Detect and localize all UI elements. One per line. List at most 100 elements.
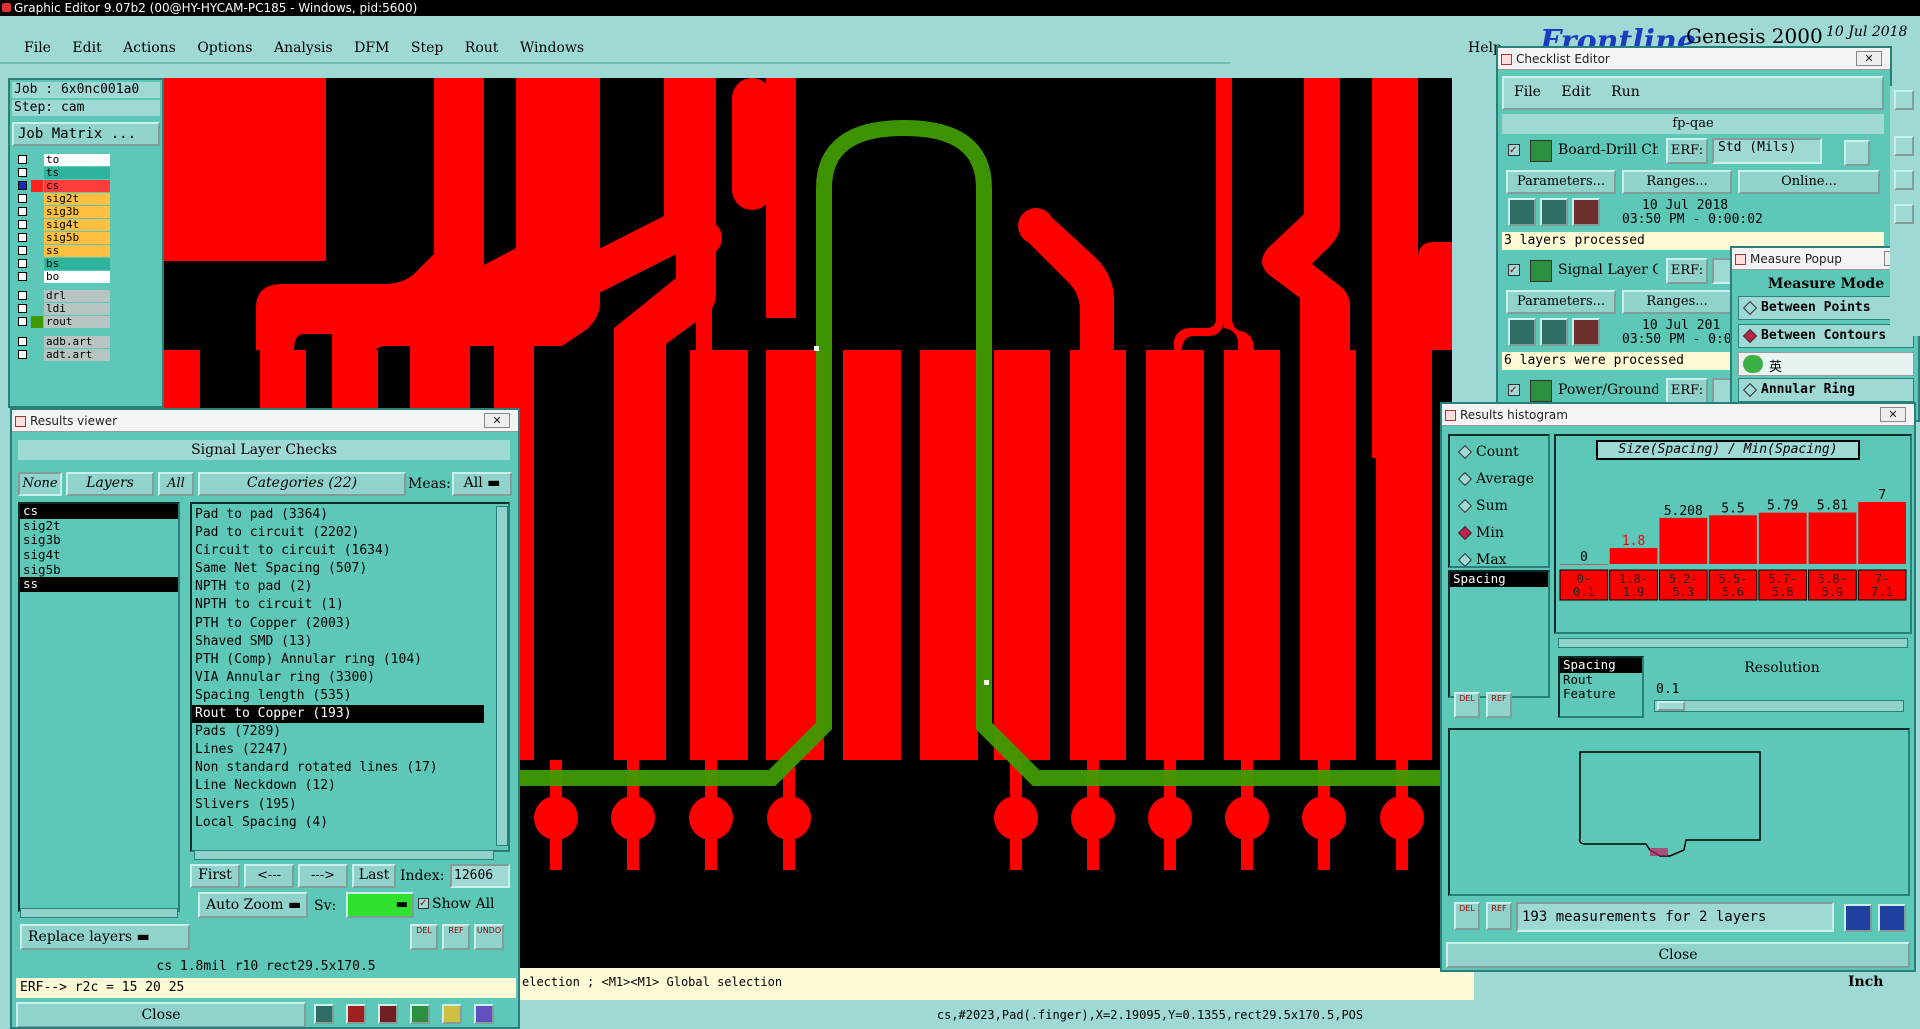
layer-row-sig5b[interactable]: sig5b xyxy=(16,232,112,244)
menu-step[interactable]: Step xyxy=(411,40,443,56)
layer-name[interactable]: cs xyxy=(44,180,110,192)
category-item[interactable]: Lines (2247) xyxy=(192,741,484,759)
layer-row-bo[interactable]: bo xyxy=(16,271,112,283)
layer-checkbox[interactable] xyxy=(18,246,27,255)
first-button[interactable]: First xyxy=(190,864,240,888)
measure-option-annular-ring[interactable]: Annular Ring xyxy=(1738,378,1914,402)
category-item[interactable]: NPTH to circuit (1) xyxy=(192,596,484,614)
help-icon[interactable] xyxy=(1844,140,1870,166)
categories-list[interactable]: Pad to pad (3364) Pad to circuit (2202) Ci… xyxy=(190,502,510,852)
layer-row-to[interactable]: to xyxy=(16,154,112,166)
none-button[interactable]: None xyxy=(18,472,62,496)
category-item[interactable]: Spacing length (535) xyxy=(192,687,484,705)
layer-row-sig2t[interactable]: sig2t xyxy=(16,193,112,205)
histogram-ref-button[interactable]: REF xyxy=(1486,692,1512,718)
layer-checkbox[interactable] xyxy=(18,155,27,164)
erf-button[interactable]: ERF: xyxy=(1666,138,1708,164)
layer-checkbox[interactable] xyxy=(18,233,27,242)
tool-icon-3[interactable] xyxy=(378,1004,398,1024)
layer-checkbox[interactable] xyxy=(18,259,27,268)
histogram-bar[interactable] xyxy=(1609,548,1658,564)
layer-results-list[interactable]: cs sig2t sig3b sig4t sig5b ss xyxy=(18,502,180,912)
layer-row-ts[interactable]: ts xyxy=(16,167,112,179)
menu-actions[interactable]: Actions xyxy=(123,40,176,56)
tool-icon-5[interactable] xyxy=(442,1004,462,1024)
zoom-select-icon[interactable] xyxy=(1878,904,1906,932)
layer-row-drl[interactable]: drl xyxy=(16,290,112,302)
parameters-button[interactable]: Parameters... xyxy=(1506,290,1616,314)
category-item[interactable]: NPTH to pad (2) xyxy=(192,578,484,596)
res-item-feature[interactable]: Feature xyxy=(1560,687,1642,702)
preview-ref-button[interactable]: REF xyxy=(1486,902,1512,930)
category-item[interactable]: Line Neckdown (12) xyxy=(192,777,484,795)
res-item-rout[interactable]: Rout xyxy=(1560,672,1642,688)
action-name[interactable]: Power/Ground C xyxy=(1558,382,1658,398)
category-item[interactable]: Local Spacing (4) xyxy=(192,814,484,832)
category-item[interactable]: Non standard rotated lines (17) xyxy=(192,759,484,777)
layer-row-adt-art[interactable]: adt.art xyxy=(16,349,112,361)
layer-checkbox[interactable] xyxy=(18,317,27,326)
histogram-bar[interactable] xyxy=(1709,515,1757,564)
slider-thumb[interactable] xyxy=(1657,701,1685,711)
histogram-del-button[interactable]: DEL xyxy=(1454,692,1480,718)
units-label[interactable]: Inch xyxy=(1848,974,1883,990)
zoom-fit-icon[interactable] xyxy=(1844,904,1872,932)
histogram-list[interactable]: Spacing xyxy=(1448,570,1550,698)
run-icon[interactable] xyxy=(1508,318,1536,346)
category-item[interactable]: Pad to circuit (2202) xyxy=(192,524,484,542)
result-layer-item[interactable]: sig2t xyxy=(20,518,178,534)
menu-dfm[interactable]: DFM xyxy=(354,40,389,56)
layer-row-sig3b[interactable]: sig3b xyxy=(16,206,112,218)
result-layer-item[interactable]: cs xyxy=(20,504,178,519)
stop-icon[interactable] xyxy=(1572,318,1600,346)
layers-hscrollbar[interactable] xyxy=(20,908,178,918)
layer-checkbox[interactable] xyxy=(18,207,27,216)
categories-button[interactable]: Categories (22) xyxy=(198,472,406,496)
layer-name[interactable]: sig2t xyxy=(44,193,110,205)
layer-name[interactable]: sig4t xyxy=(44,219,110,231)
help-icon[interactable] xyxy=(1894,170,1914,190)
action-checkbox[interactable]: ✓ xyxy=(1508,144,1520,156)
action-checkbox[interactable]: ✓ xyxy=(1508,384,1520,396)
category-item[interactable]: PTH (Comp) Annular ring (104) xyxy=(192,651,484,669)
menu-analysis[interactable]: Analysis xyxy=(274,40,333,56)
menu-rout[interactable]: Rout xyxy=(465,40,499,56)
histogram-bar[interactable] xyxy=(1659,517,1708,564)
measure-option-between-points[interactable]: Between Points xyxy=(1738,296,1914,320)
layer-row-ss[interactable]: ss xyxy=(16,245,112,257)
res-item-spacing[interactable]: Spacing xyxy=(1560,658,1642,673)
layer-row-bs[interactable]: bs xyxy=(16,258,112,270)
measure-option-between-contours[interactable]: Between Contours xyxy=(1738,324,1914,348)
histogram-close-button[interactable]: Close xyxy=(1446,942,1910,968)
layout-icon[interactable] xyxy=(1894,90,1914,110)
close-icon[interactable]: ✕ xyxy=(484,413,510,428)
layer-name[interactable]: sig5b xyxy=(44,232,110,244)
checklist-menu-edit[interactable]: Edit xyxy=(1561,84,1590,100)
ranges-button[interactable]: Ranges... xyxy=(1622,170,1732,194)
menu-file[interactable]: File xyxy=(24,40,51,56)
run-all-icon[interactable] xyxy=(1540,198,1568,226)
undo-button[interactable]: UNDO xyxy=(474,924,504,950)
del-button[interactable]: DEL xyxy=(410,924,438,950)
category-item[interactable]: VIA Annular ring (3300) xyxy=(192,669,484,687)
layer-checkbox[interactable] xyxy=(18,272,27,281)
action-name[interactable]: Signal Layer Ch xyxy=(1558,262,1658,278)
layer-checkbox[interactable] xyxy=(18,337,27,346)
layer-name[interactable]: adt.art xyxy=(44,349,110,361)
layer-checkbox[interactable] xyxy=(18,291,27,300)
action-name[interactable]: Board-Drill Che xyxy=(1558,142,1658,158)
categories-scrollbar[interactable] xyxy=(496,506,508,846)
auto-zoom-dropdown[interactable]: Auto Zoom ▬ xyxy=(198,892,308,918)
histogram-bar[interactable] xyxy=(1858,502,1906,564)
histogram-bar[interactable] xyxy=(1808,512,1857,564)
layer-checkbox[interactable] xyxy=(18,168,27,177)
layer-name[interactable]: sig3b xyxy=(44,206,110,218)
menu-windows[interactable]: Windows xyxy=(520,40,584,56)
result-layer-item[interactable]: sig4t xyxy=(20,547,178,563)
layer-name[interactable]: drl xyxy=(44,290,110,302)
stop-icon[interactable] xyxy=(1572,198,1600,226)
ime-toolbar[interactable]: 英 xyxy=(1738,352,1914,376)
histogram-hscrollbar[interactable] xyxy=(1558,638,1908,648)
category-item[interactable]: Pads (7289) xyxy=(192,723,484,741)
tool-icon-1[interactable] xyxy=(314,1004,334,1024)
